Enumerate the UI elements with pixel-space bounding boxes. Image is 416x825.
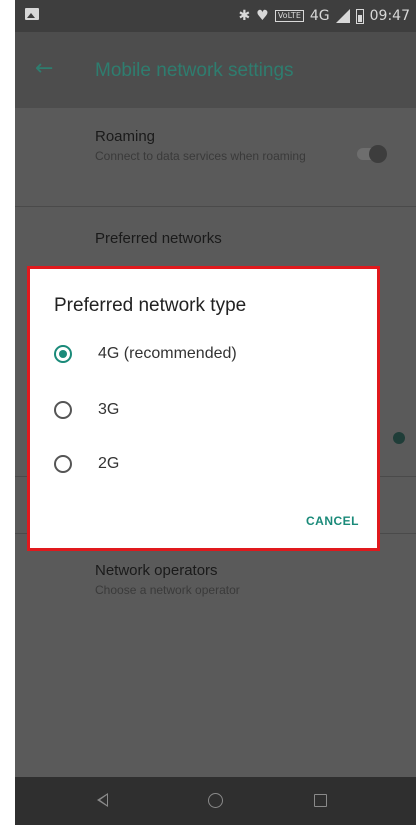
bluetooth-icon: ✱: [238, 8, 251, 24]
nav-back-icon[interactable]: [97, 793, 108, 807]
option-label: 3G: [98, 401, 120, 418]
roaming-subtitle: Connect to data services when roaming: [95, 149, 306, 163]
signal-icon: [335, 9, 350, 23]
page-title: Mobile network settings: [95, 60, 294, 81]
radio-unselected-icon[interactable]: [54, 401, 72, 419]
clock: 09:47: [369, 8, 410, 24]
option-3g[interactable]: 3G: [54, 401, 119, 419]
option-2g[interactable]: 2G: [54, 455, 119, 473]
roaming-toggle[interactable]: [357, 145, 387, 163]
nav-home-icon[interactable]: [208, 793, 223, 808]
network-operators-setting[interactable]: Network operators Choose a network opera…: [95, 562, 240, 598]
toggle-knob: [369, 145, 387, 163]
navigation-bar: [15, 777, 416, 825]
option-label: 2G: [98, 455, 120, 472]
cancel-button[interactable]: CANCEL: [306, 514, 359, 528]
back-arrow-icon[interactable]: ←: [35, 58, 53, 80]
radio-selected-icon[interactable]: [54, 345, 72, 363]
background-toggle[interactable]: [393, 432, 405, 444]
gallery-notification-icon: [25, 8, 39, 20]
battery-icon: [355, 8, 364, 24]
preferred-network-type-dialog: Preferred network type 4G (recommended) …: [30, 269, 377, 548]
divider: [15, 206, 416, 207]
volte-icon: VoLTE: [274, 10, 304, 22]
network-operators-title: Network operators: [95, 562, 218, 579]
location-icon: ♥: [256, 8, 269, 24]
preferred-networks-title: Preferred networks: [95, 230, 222, 247]
status-icons: ✱ ♥ VoLTE 4G 09:47: [239, 6, 410, 26]
network-type: 4G: [309, 8, 330, 24]
preferred-networks-setting[interactable]: Preferred networks: [95, 230, 222, 247]
option-4g[interactable]: 4G (recommended): [54, 345, 237, 363]
nav-recents-icon[interactable]: [314, 794, 327, 807]
status-bar: ✱ ♥ VoLTE 4G 09:47: [15, 0, 416, 32]
dialog-title: Preferred network type: [54, 295, 247, 316]
network-operators-subtitle: Choose a network operator: [95, 583, 240, 597]
roaming-setting[interactable]: Roaming Connect to data services when ro…: [95, 128, 325, 164]
roaming-title: Roaming: [95, 128, 156, 145]
option-label: 4G (recommended): [98, 345, 237, 362]
app-toolbar: ← Mobile network settings: [15, 32, 416, 108]
dialog-highlight-frame: Preferred network type 4G (recommended) …: [27, 266, 380, 551]
radio-unselected-icon[interactable]: [54, 455, 72, 473]
